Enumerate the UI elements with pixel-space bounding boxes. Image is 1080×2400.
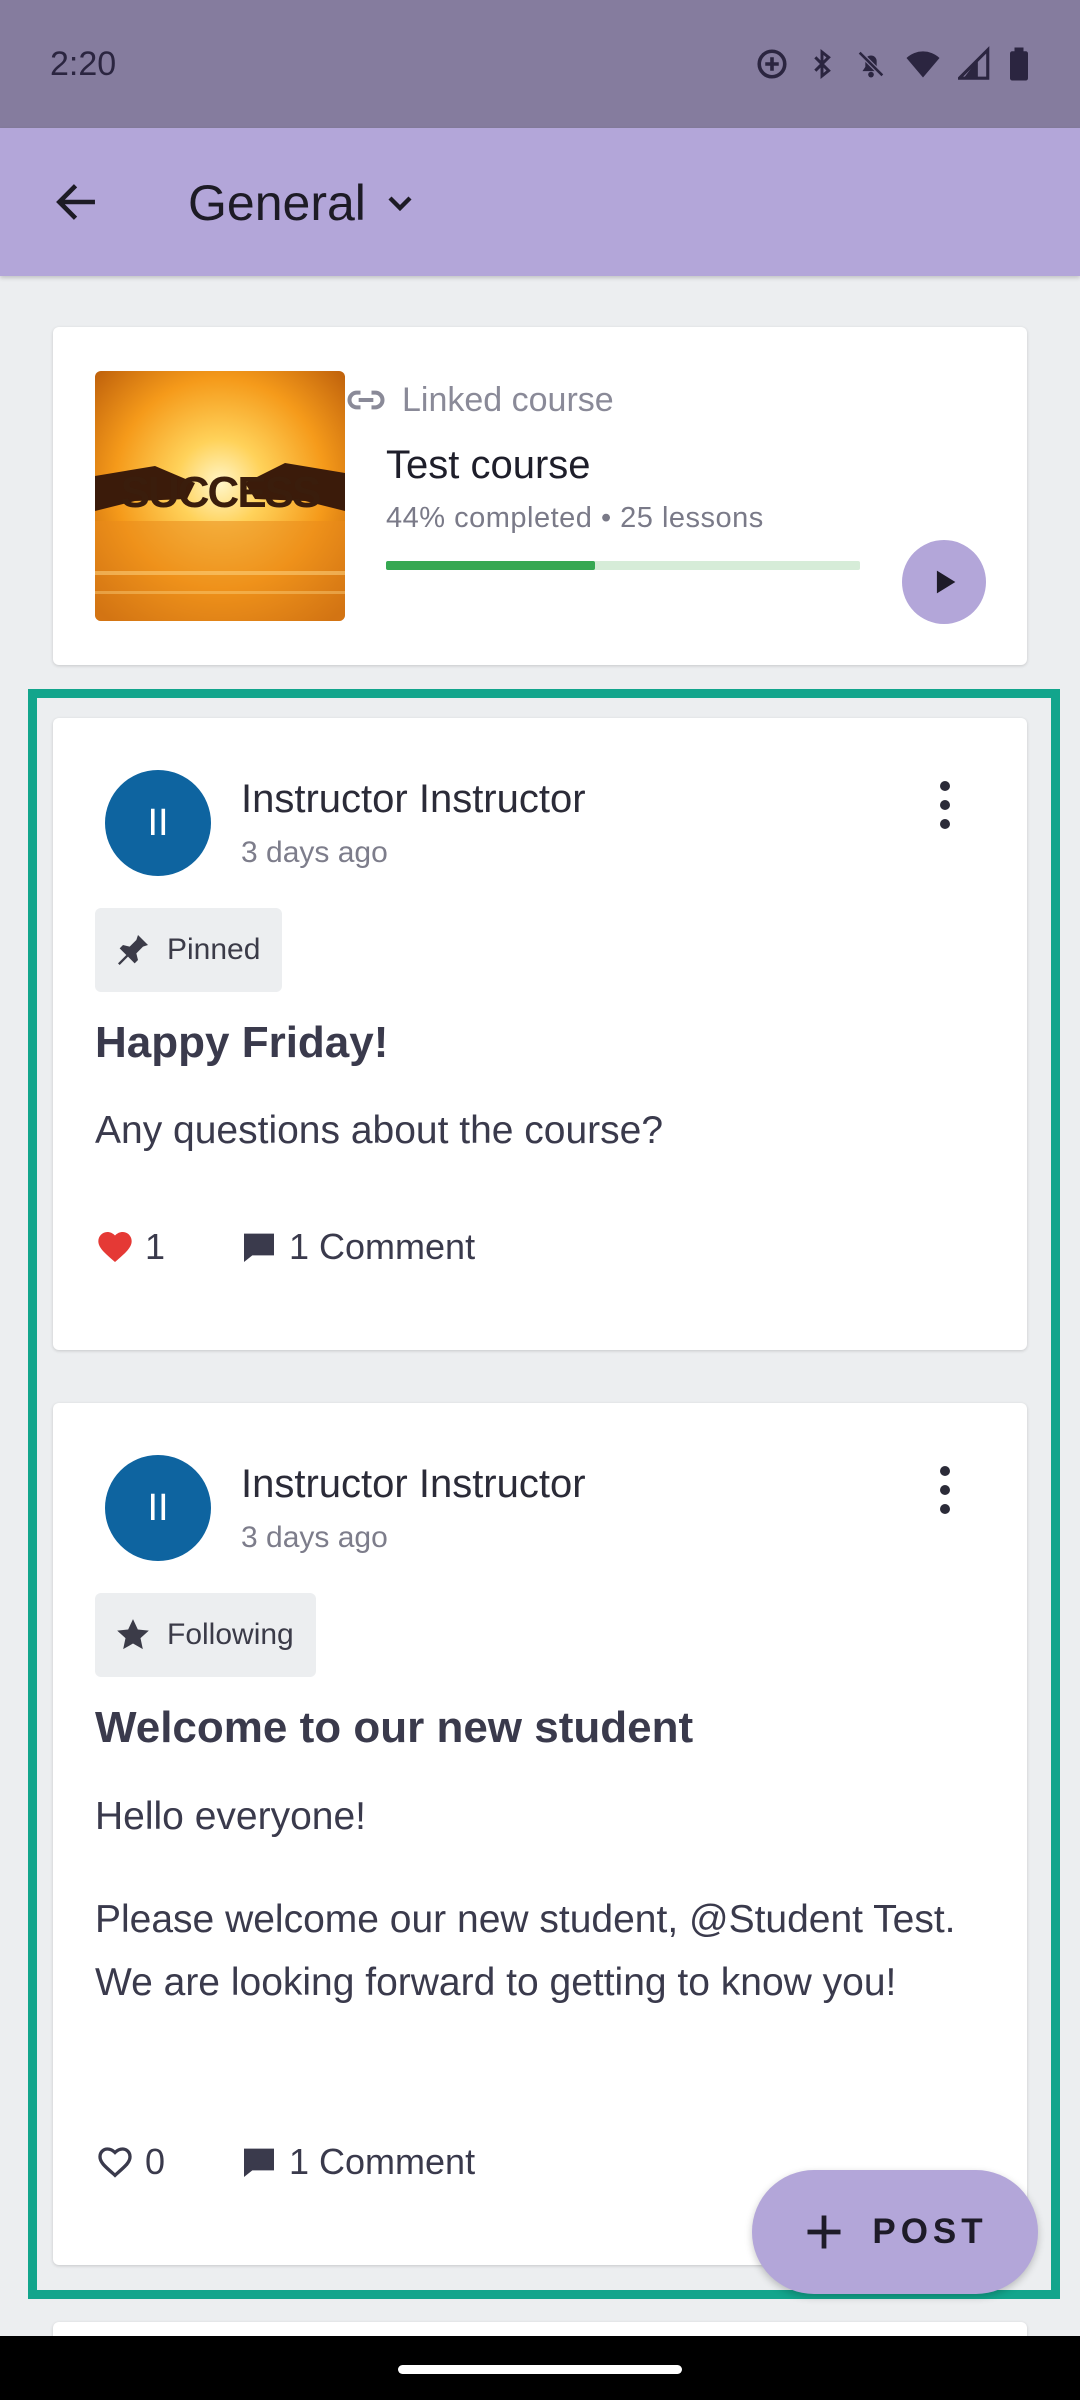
post-body: Any questions about the course? — [95, 1099, 995, 1162]
comments-button[interactable]: 1 Comment — [239, 2141, 475, 2183]
post-card[interactable]: II Instructor Instructor 3 days ago Pinn… — [53, 718, 1027, 1350]
comments-button[interactable]: 1 Comment — [239, 1226, 475, 1268]
post-title[interactable]: Welcome to our new student — [95, 1703, 693, 1753]
comment-count: 1 Comment — [289, 1226, 476, 1267]
post-body: Hello everyone! Please welcome our new s… — [95, 1785, 995, 2014]
post-actions: 1 1 Comment — [95, 1226, 475, 1268]
heart-outline-icon — [98, 2147, 132, 2178]
linked-course-label: Linked course — [402, 380, 614, 419]
space-selector[interactable]: General — [188, 168, 420, 238]
cell-signal-icon — [958, 46, 990, 80]
status-time: 2:20 — [50, 44, 117, 83]
more-options-button[interactable] — [921, 1458, 969, 1522]
course-thumbnail: SUCCESS — [95, 371, 345, 621]
notifications-off-icon — [857, 50, 885, 78]
like-button[interactable]: 0 — [95, 2141, 239, 2183]
post-actions: 0 1 Comment — [95, 2141, 475, 2183]
pin-icon — [118, 935, 148, 965]
more-options-button[interactable] — [921, 773, 969, 837]
status-icons — [754, 46, 1030, 82]
battery-icon — [1010, 47, 1028, 81]
play-course-button[interactable] — [902, 540, 986, 624]
avatar[interactable]: II — [105, 1455, 211, 1561]
like-count: 0 — [145, 2141, 166, 2182]
following-badge: Following — [95, 1593, 316, 1677]
badge-label: Pinned — [167, 933, 261, 966]
pinned-badge: Pinned — [95, 908, 283, 992]
link-icon — [347, 390, 385, 410]
wifi-icon — [906, 51, 940, 78]
comment-count: 1 Comment — [289, 2141, 476, 2182]
course-progress-fill — [386, 561, 595, 570]
status-bar: 2:20 — [0, 0, 1080, 128]
course-progress-bar — [386, 561, 860, 570]
post-paragraph: Please welcome our new student, @Student… — [95, 1898, 956, 2004]
thumbnail-text: SUCCESS — [121, 468, 320, 517]
new-post-label: POST — [872, 2212, 988, 2251]
like-count: 1 — [145, 1226, 166, 1267]
comment-icon — [244, 2148, 274, 2177]
post-paragraph: Hello everyone! — [95, 1795, 366, 1838]
chevron-down-icon — [388, 196, 412, 212]
course-meta: 44% completed • 25 lessons — [386, 502, 764, 534]
comment-icon — [244, 1233, 274, 1262]
post-timestamp: 3 days ago — [241, 1521, 388, 1554]
post-author[interactable]: Instructor Instructor — [241, 1462, 586, 1507]
page-title: General — [188, 175, 366, 231]
course-title: Test course — [386, 443, 591, 487]
like-button[interactable]: 1 — [95, 1226, 239, 1268]
more-vert-icon — [940, 781, 950, 791]
badge-label: Following — [167, 1618, 294, 1651]
heart-filled-icon — [98, 1232, 132, 1262]
more-vert-icon — [940, 1466, 950, 1476]
post-paragraph: Any questions about the course? — [95, 1109, 664, 1152]
app-bar: General — [0, 128, 1080, 276]
arrow-back-icon — [56, 184, 95, 220]
post-timestamp: 3 days ago — [241, 836, 388, 869]
data-saver-icon — [757, 49, 787, 79]
linked-course-label-row: Linked course — [344, 378, 614, 422]
bluetooth-icon — [814, 48, 831, 80]
new-post-button[interactable]: POST — [752, 2170, 1038, 2294]
back-button[interactable] — [44, 170, 108, 234]
post-card[interactable]: II Instructor Instructor 3 days ago Foll… — [53, 1403, 1027, 2265]
post-author[interactable]: Instructor Instructor — [241, 777, 586, 822]
star-icon — [117, 1619, 149, 1650]
avatar[interactable]: II — [105, 770, 211, 876]
home-gesture-handle[interactable] — [398, 2365, 682, 2374]
plus-icon — [807, 2215, 841, 2249]
post-title[interactable]: Happy Friday! — [95, 1018, 388, 1068]
play-icon — [936, 570, 956, 594]
